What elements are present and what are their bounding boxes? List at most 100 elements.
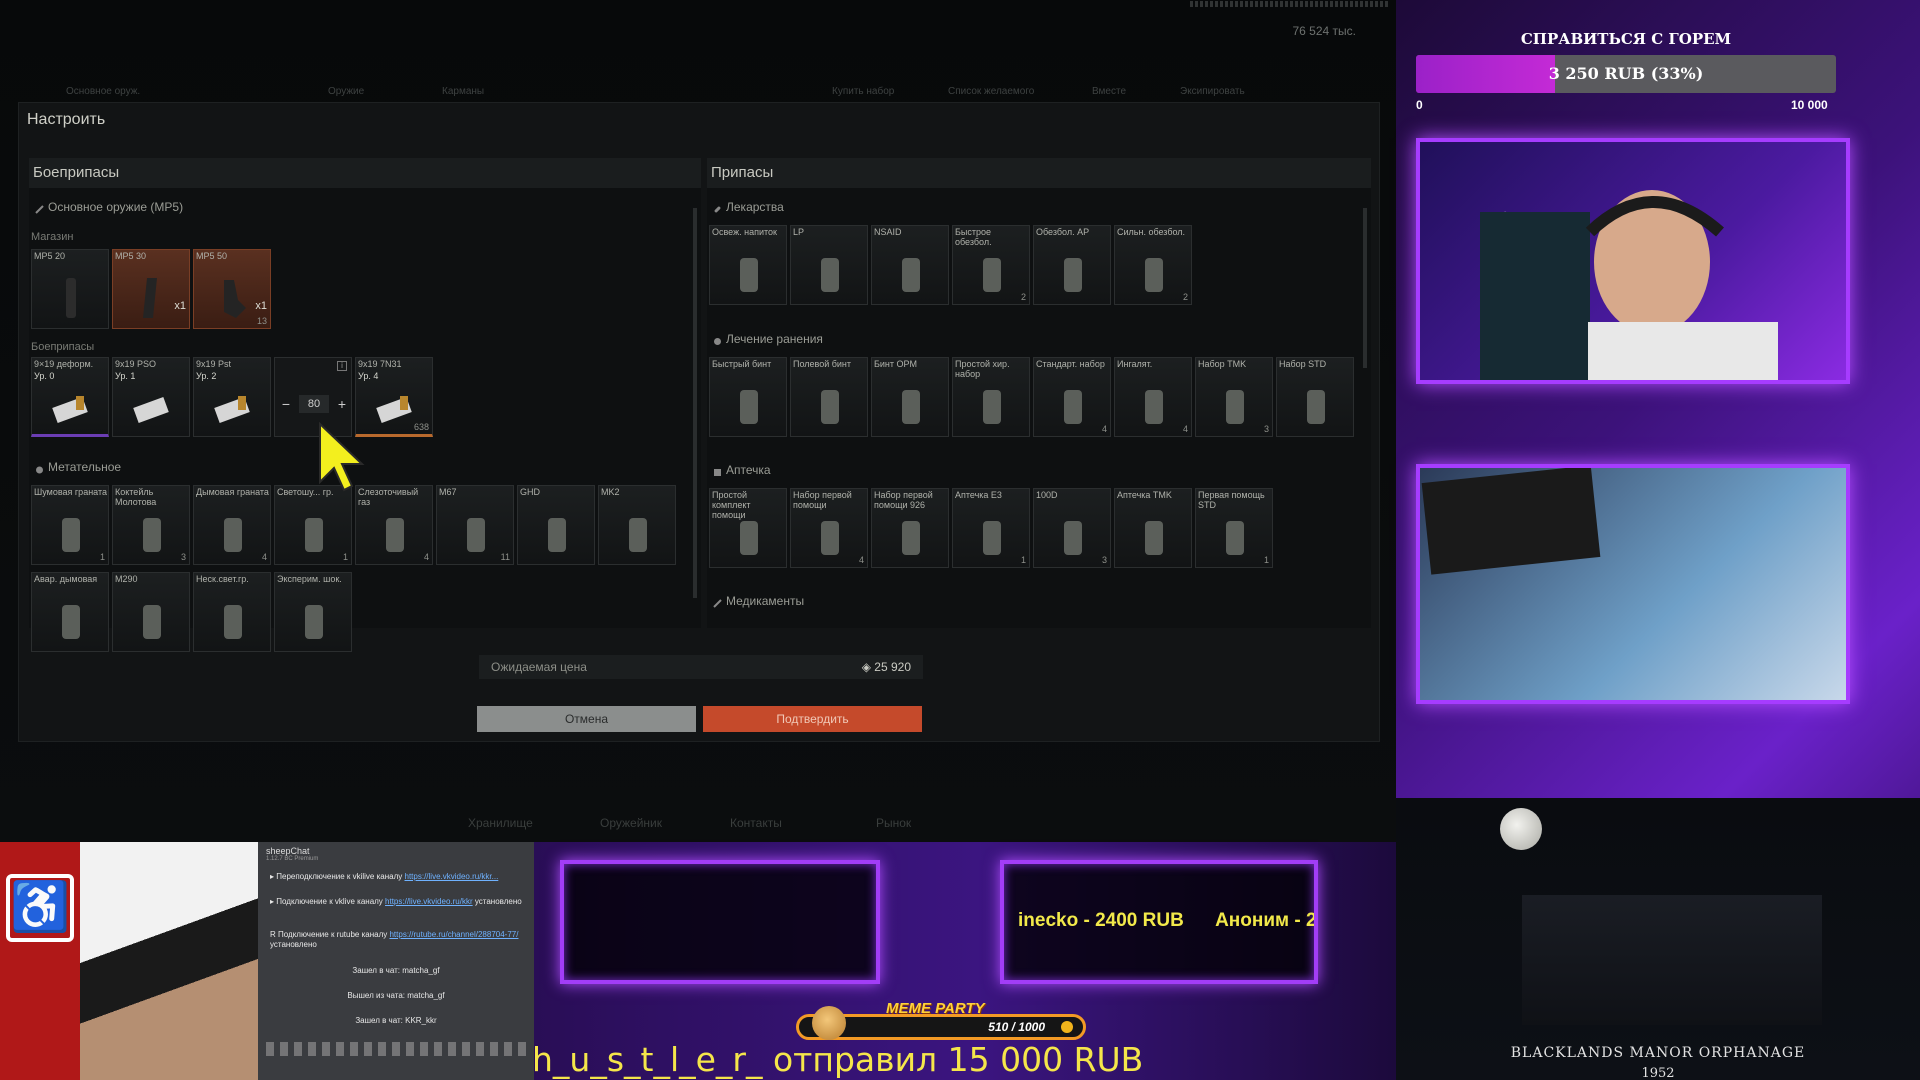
medicine-header[interactable]: Медикаменты [713,594,804,608]
medicine-slot[interactable]: Сильн. обезбол. 2 [1114,225,1192,305]
stock-count: 4 [423,552,429,562]
info-icon[interactable]: i [337,361,347,371]
tab-stash[interactable]: Хранилище [468,816,533,830]
accessibility-badge: ♿ [0,842,80,1080]
throwable-slot[interactable]: Коктейль Молотова 3 [112,485,190,565]
item-name: 9×19 деформ. [34,359,94,369]
expected-price-label: Ожидаемая цена [491,660,587,674]
item-name: Неск.свет.гр. [196,574,249,584]
stock-count: 638 [413,422,429,432]
item-icon [143,605,161,639]
item-icon [224,605,242,639]
stock-count: 11 [500,552,510,562]
ammo-slot[interactable]: 9×19 деформ. Ур. 0 [31,357,109,437]
medkit-slot[interactable]: Первая помощь STD 1 [1195,488,1273,568]
item-name: M67 [439,487,457,497]
item-name: MK2 [601,487,620,497]
throwables-header[interactable]: Метательное [35,460,121,474]
medkit-slot[interactable]: 100D 3 [1033,488,1111,568]
magazine-slot[interactable]: MP5 20 [31,249,109,329]
throwable-slot[interactable]: Дымовая граната 4 [193,485,271,565]
pill-icon [713,203,722,212]
item-name: Сильн. обезбол. [1117,227,1186,237]
chat-link[interactable]: https://live.vkvideo.ru/kkr... [405,872,499,881]
stock-count: 1 [99,552,105,562]
medicine-slot[interactable]: Быстрое обезбол. 2 [952,225,1030,305]
syringe-icon [713,597,722,608]
throwable-slot[interactable]: Эксперим. шок. [274,572,352,652]
ammo-slot[interactable]: 9х19 Pst Ур. 2 [193,357,271,437]
ticker-item: inecko - 2400 RUB [1018,910,1184,931]
keyboard-image [1421,468,1601,575]
magazine-slot[interactable]: MP5 30 x1 [112,249,190,329]
medicine-slot[interactable]: LP [790,225,868,305]
tab-gunsmith[interactable]: Оружейник [600,816,662,830]
donation-alert: h_u_s_t_l_e_r_ отправил 15 000 RUB [532,1040,1144,1079]
wound-treatment-slot[interactable]: Полевой бинт [790,357,868,437]
supplies-scrollbar[interactable] [1363,208,1367,368]
meds-label: Лекарства [726,200,784,214]
throwable-slot[interactable]: Слезоточивый газ 4 [355,485,433,565]
chat-link[interactable]: https://rutube.ru/channel/288704-77/ [389,930,518,939]
confirm-button[interactable]: Подтвердить [703,706,922,732]
weapon-section-header[interactable]: Основное оружие (MP5) [35,200,183,214]
medkit-slot[interactable]: Простой комплект помощи [709,488,787,568]
tab-contacts[interactable]: Контакты [730,816,782,830]
increment-button[interactable]: + [333,395,351,413]
medicine-slot[interactable]: Обезбол. AP [1033,225,1111,305]
throwable-slot[interactable]: M67 11 [436,485,514,565]
stock-count: 3 [1101,555,1107,565]
throwable-slot[interactable]: GHD [517,485,595,565]
ammo-slot[interactable]: 9х19 7N31 Ур. 4 638 [355,357,433,437]
wound-treatment-slot[interactable]: Бинт OPM [871,357,949,437]
meds-header[interactable]: Лекарства [713,200,784,214]
bg-tab-equip: Эксипировать [1180,86,1245,97]
stock-count: 1 [342,552,348,562]
medicine-slot[interactable]: Освеж. напиток [709,225,787,305]
stock-count: 4 [1101,424,1107,434]
wounds-header[interactable]: Лечение ранения [713,332,823,346]
chat-toolbar[interactable] [266,1042,526,1056]
item-name: Обезбол. AP [1036,227,1090,237]
coin-icon [1061,1021,1073,1033]
item-name: MP5 50 [196,251,228,261]
magazines-label: Магазин [31,231,74,243]
item-quantity: x1 [255,300,267,312]
medkit-slot[interactable]: Набор первой помощи 926 [871,488,949,568]
magazine-slot[interactable]: MP5 50 x1 13 [193,249,271,329]
wound-treatment-slot[interactable]: Ингалят. 4 [1114,357,1192,437]
bottom-nav: Хранилище Оружейник Контакты Рынок [0,808,1396,838]
decrement-button[interactable]: − [277,395,295,413]
tab-market[interactable]: Рынок [876,816,911,830]
medkit-slot[interactable]: Аптечка E3 1 [952,488,1030,568]
wound-treatment-slot[interactable]: Стандарт. набор 4 [1033,357,1111,437]
moon-icon [1500,808,1542,850]
ammo-level: Ур. 2 [196,371,217,381]
throwable-slot[interactable]: Авар. дымовая [31,572,109,652]
wound-treatment-slot[interactable]: Быстрый бинт [709,357,787,437]
cancel-button[interactable]: Отмена [477,706,696,732]
wound-treatment-slot[interactable]: Простой хир. набор [952,357,1030,437]
medkit-slot[interactable]: Аптечка TMK [1114,488,1192,568]
ammo-slot[interactable]: 9х19 PSO Ур. 1 [112,357,190,437]
throwable-slot[interactable]: MK2 [598,485,676,565]
stock-count: 3 [1263,424,1269,434]
quantity-input[interactable]: 80 [299,395,329,413]
wound-treatment-slot[interactable]: Набор TMK 3 [1195,357,1273,437]
throwable-slot[interactable]: Шумовая граната 1 [31,485,109,565]
medicine-slot[interactable]: NSAID [871,225,949,305]
item-icon [62,605,80,639]
stock-count: 2 [1182,292,1188,302]
kits-header[interactable]: Аптечка [713,463,771,477]
throwable-slot[interactable]: Неск.свет.гр. [193,572,271,652]
chat-system-message: Зашел в чат: KKR_kkr [355,1016,437,1025]
ammo-scrollbar[interactable] [693,208,697,598]
item-quantity: x1 [174,300,186,312]
medkit-slot[interactable]: Набор первой помощи 4 [790,488,868,568]
chat-link[interactable]: https://live.vkvideo.ru/kkr [385,897,473,906]
throwable-slot[interactable]: Светошу... гр. 1 [274,485,352,565]
wound-treatment-slot[interactable]: Набор STD [1276,357,1354,437]
throwable-slot[interactable]: M290 [112,572,190,652]
item-icon [629,518,647,552]
item-icon [902,390,920,424]
